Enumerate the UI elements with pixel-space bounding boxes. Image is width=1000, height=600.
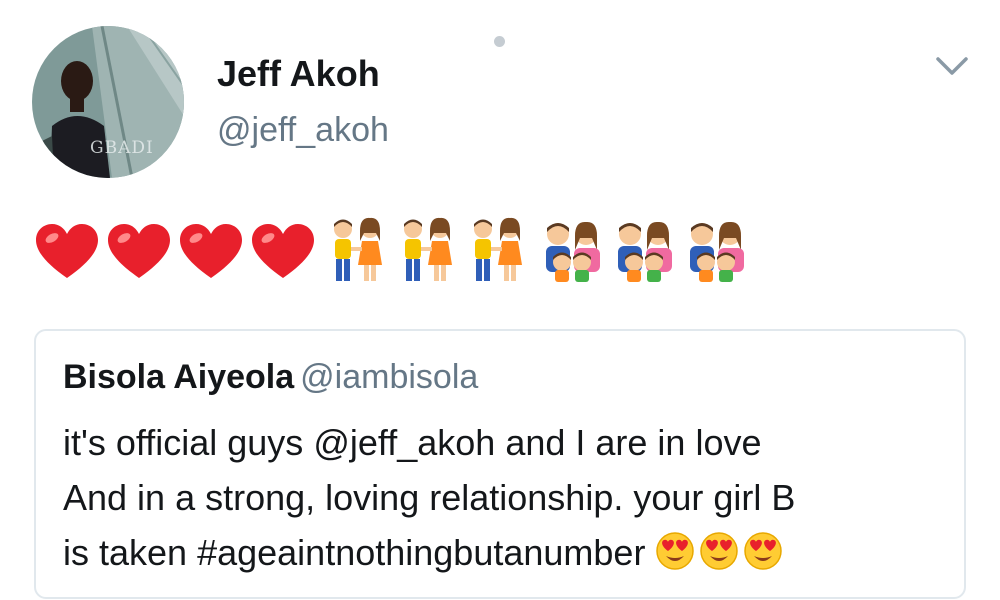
family-icon — [690, 221, 744, 282]
more-options-button[interactable] — [930, 50, 974, 80]
family-icon — [618, 221, 672, 282]
status-dot — [494, 36, 505, 47]
quoted-author-name[interactable]: Bisola Aiyeola — [63, 358, 294, 396]
couple-holding-hands-icon — [334, 217, 382, 281]
tweet-emoji-row — [34, 212, 750, 292]
quoted-text-line: it's official guys @jeff_akoh and I are … — [63, 422, 762, 463]
red-heart-icon — [252, 224, 314, 278]
heart-eyes-emoji-group — [655, 531, 783, 571]
quoted-text-line: And in a strong, loving relationship. yo… — [63, 477, 796, 518]
heart-eyes-face-icon — [700, 532, 739, 570]
quoted-author-handle[interactable]: @iambisola — [300, 358, 478, 396]
quoted-tweet-card[interactable]: Bisola Aiyeola @iambisola it's official g… — [34, 329, 966, 599]
family-icon — [546, 221, 600, 282]
quoted-text-line-last: is taken #ageaintnothingbutanumber — [63, 525, 943, 580]
quoted-tweet-header: Bisola Aiyeola @iambisola — [63, 357, 478, 397]
couple-holding-hands-icon — [404, 217, 452, 281]
avatar-watermark: GBADI — [90, 138, 154, 158]
quoted-tweet-text: it's official guys @jeff_akoh and I are … — [63, 415, 943, 580]
red-heart-icon — [180, 224, 242, 278]
quoted-text-line: is taken #ageaintnothingbutanumber — [63, 532, 646, 573]
author-name[interactable]: Jeff Akoh — [217, 53, 380, 95]
couple-holding-hands-icon — [474, 217, 522, 281]
chevron-down-icon — [936, 57, 968, 75]
red-heart-icon — [36, 224, 98, 278]
heart-eyes-face-icon — [744, 532, 783, 570]
red-heart-icon — [108, 224, 170, 278]
avatar[interactable]: GBADI — [32, 26, 184, 178]
author-handle[interactable]: @jeff_akoh — [217, 110, 389, 150]
heart-eyes-face-icon — [656, 532, 695, 570]
